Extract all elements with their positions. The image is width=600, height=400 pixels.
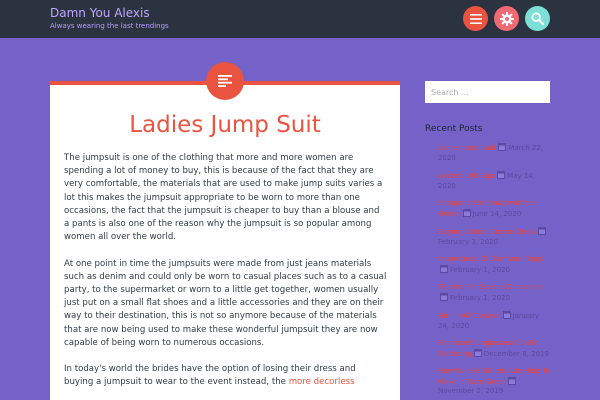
calendar-icon xyxy=(507,376,516,385)
recent-post-date: December 8, 2019 xyxy=(483,349,550,358)
site-title[interactable]: Damn You Alexis xyxy=(50,6,150,20)
post-format-badge xyxy=(206,62,244,100)
site-description: Always wearing the last trendings xyxy=(50,22,169,30)
calendar-icon xyxy=(502,311,511,319)
recent-posts-title: Recent Posts xyxy=(425,124,483,134)
recent-post-date: February 1, 2020 xyxy=(450,265,510,274)
post-title: Ladies Jump Suit xyxy=(129,112,321,138)
recent-post-link[interactable]: Lockets Wit Bigs xyxy=(438,172,495,180)
calendar-icon xyxy=(440,264,448,273)
recent-post-link[interactable]: Importance Of Diamond Rings xyxy=(438,255,544,263)
menu-button[interactable] xyxy=(463,6,488,31)
recent-post-link[interactable]: Buying A Paris Cotton Dress xyxy=(438,228,536,236)
search-input[interactable] xyxy=(425,81,550,103)
post-paragraph: At one point in time the jumpsuits were … xyxy=(64,258,387,348)
list-item: How Wine Is Stored Can Help To Make It T… xyxy=(438,367,550,397)
search-icon xyxy=(531,12,544,25)
list-item: Shopping For Smartwatches Online June 14,… xyxy=(438,199,550,219)
list-item: Ladies Jump Suit March 22, 2020 xyxy=(438,143,550,163)
calendar-icon xyxy=(497,171,506,179)
list-item: T-Shirts For Special Occasions February 1… xyxy=(438,283,550,303)
calendar-icon xyxy=(440,292,448,301)
menu-icon xyxy=(469,13,482,24)
recent-post-date: November 2, 2019 xyxy=(438,387,504,395)
list-item: Polarized Sunglasses Can Be Flattering De… xyxy=(438,339,550,359)
calendar-icon xyxy=(498,143,507,151)
gear-icon xyxy=(499,11,514,26)
recent-post-link[interactable]: Ladies Jump Suit xyxy=(438,144,496,152)
settings-button[interactable] xyxy=(494,6,519,31)
recent-post-date: February 3, 2020 xyxy=(438,237,498,246)
recent-post-date: February 1, 2020 xyxy=(450,293,510,302)
post-paragraph-text: buying a jumpsuit to wear to the event i… xyxy=(64,377,286,388)
recent-post-link[interactable]: How Wine Is Stored Can Help To Make It T… xyxy=(438,367,550,386)
post-paragraph: The jumpsuit is one of the clothing that… xyxy=(64,153,383,243)
recent-post-link[interactable]: T-Shirts For Special Occasions xyxy=(438,283,543,291)
document-lines-icon xyxy=(218,75,232,87)
recent-posts-list: Ladies Jump Suit March 22, 2020 Lockets W… xyxy=(438,143,550,400)
post-paragraph: In today's world the brides have the opt… xyxy=(64,363,387,389)
list-item: Lockets Wit Bigs May 14, 2020 xyxy=(438,171,550,191)
recent-post-date: June 14, 2020 xyxy=(472,209,522,218)
list-item: Buying A Paris Cotton DressFebruary 3, 2… xyxy=(438,227,550,247)
search-toggle-button[interactable] xyxy=(525,6,550,31)
calendar-icon xyxy=(537,227,546,235)
post-inline-link[interactable]: more decorless xyxy=(289,377,355,387)
list-item: Girl In All Clusters January 24, 2020 xyxy=(438,311,550,331)
top-bar: Damn You Alexis Always wearing the last … xyxy=(0,0,600,38)
calendar-icon xyxy=(473,348,482,357)
post-paragraph-text: In today's world the brides have the opt… xyxy=(64,364,356,375)
list-item: Importance Of Diamond Rings February 1, 2… xyxy=(438,255,550,275)
recent-post-link[interactable]: Girl In All Clusters xyxy=(438,312,501,320)
post-content: The jumpsuit is one of the clothing that… xyxy=(64,152,387,400)
calendar-icon xyxy=(462,208,471,217)
